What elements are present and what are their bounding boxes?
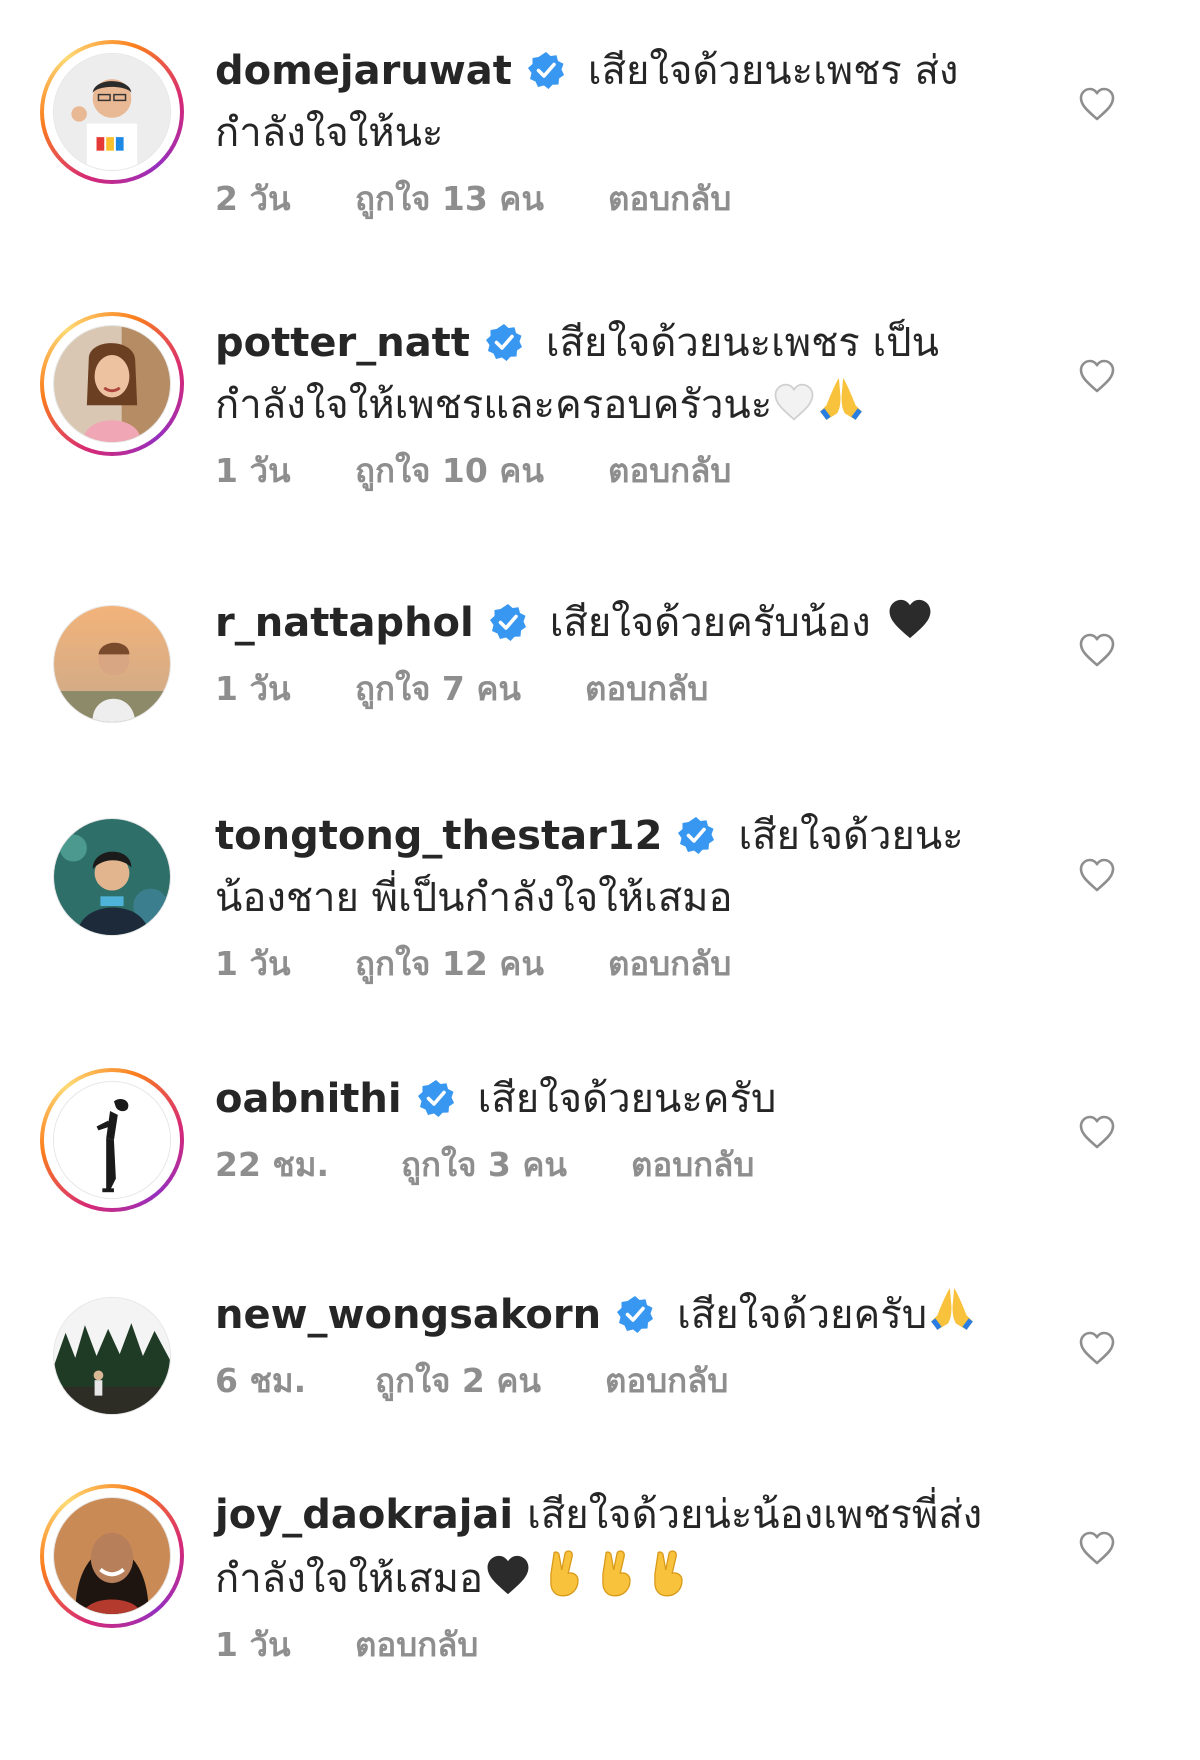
- like-count-link[interactable]: ถูกใจ 7 คน: [355, 662, 521, 715]
- victory-hand-emoji: [539, 1546, 591, 1598]
- comment-body-line2: น้องชาย พี่เป็นกำลังใจให้เสมอ: [215, 875, 733, 921]
- avatar-wrapper[interactable]: [40, 592, 184, 736]
- comment-body: เสียใจด้วยนะเพชร ส่ง: [587, 48, 959, 94]
- verified-badge-icon: [526, 50, 566, 90]
- comment-meta: 1 วัน ถูกใจ 7 คน ตอบกลับ: [215, 662, 1015, 715]
- comment-timestamp: 1 วัน: [215, 1625, 291, 1664]
- heart-outline-icon[interactable]: [1078, 86, 1116, 122]
- comment-meta: 1 วัน ตอบกลับ: [215, 1618, 1015, 1671]
- comment-username[interactable]: new_wongsakorn: [215, 1292, 601, 1338]
- comment-text-continued: น้องชาย พี่เป็นกำลังใจให้เสมอ: [215, 867, 1015, 929]
- comment-timestamp: 1 วัน: [215, 944, 291, 983]
- avatar-wrapper[interactable]: [40, 805, 184, 949]
- comment-body: เสียใจด้วยครับ: [677, 1292, 928, 1338]
- comment-text-continued: กำลังใจให้เพชรและครอบครัวนะ: [215, 374, 1015, 436]
- like-count-link[interactable]: ถูกใจ 10 คน: [355, 444, 544, 497]
- avatar-story-ring[interactable]: [40, 40, 184, 184]
- folded-hands-emoji: [927, 1284, 977, 1334]
- avatar[interactable]: [53, 1297, 171, 1415]
- like-count-link[interactable]: ถูกใจ 2 คน: [375, 1354, 541, 1407]
- comment-meta: 1 วัน ถูกใจ 12 คน ตอบกลับ: [215, 937, 1015, 990]
- comment-timestamp: 1 วัน: [215, 669, 291, 708]
- verified-badge-icon: [484, 322, 524, 362]
- comment-text: joy_daokrajai เสียใจด้วยน่ะน้องเพชรพี่ส่ง: [215, 1484, 1015, 1546]
- reply-button[interactable]: ตอบกลับ: [605, 1354, 728, 1407]
- verified-badge-icon: [676, 815, 716, 855]
- avatar-story-ring[interactable]: [40, 1068, 184, 1212]
- reply-button[interactable]: ตอบกลับ: [608, 937, 731, 990]
- comment-username[interactable]: tongtong_thestar12: [215, 813, 662, 859]
- heart-outline-icon[interactable]: [1078, 1530, 1116, 1566]
- comment-text: oabnithi เสียใจด้วยนะครับ: [215, 1068, 1015, 1130]
- comment-username[interactable]: r_nattaphol: [215, 600, 474, 646]
- comment-meta: 6 ชม. ถูกใจ 2 คน ตอบกลับ: [215, 1354, 1015, 1407]
- black-heart-emoji: [487, 1555, 529, 1595]
- comment-text-continued: กำลังใจให้นะ: [215, 102, 1015, 164]
- comment-body: เสียใจด้วยน่ะน้องเพชรพี่ส่ง: [527, 1492, 983, 1538]
- comment-username[interactable]: domejaruwat: [215, 48, 512, 94]
- reply-button[interactable]: ตอบกลับ: [608, 172, 731, 225]
- comment-meta: 2 วัน ถูกใจ 13 คน ตอบกลับ: [215, 172, 1015, 225]
- reply-button[interactable]: ตอบกลับ: [585, 662, 708, 715]
- comment-text: domejaruwat เสียใจด้วยนะเพชร ส่ง: [215, 40, 1015, 102]
- like-count-link[interactable]: ถูกใจ 3 คน: [401, 1138, 567, 1191]
- comment-body-line2: กำลังใจให้นะ: [215, 110, 444, 156]
- comment-body-line2: กำลังใจให้เสมอ: [215, 1556, 484, 1602]
- avatar[interactable]: [53, 818, 171, 936]
- black-heart-emoji: [889, 599, 931, 639]
- comment-text: potter_natt เสียใจด้วยนะเพชร เป็น: [215, 312, 1015, 374]
- avatar-wrapper[interactable]: [40, 1284, 184, 1428]
- comment-body: เสียใจด้วยนะ: [738, 813, 964, 859]
- comment-body: เสียใจด้วยครับน้อง: [549, 600, 871, 646]
- heart-outline-icon[interactable]: [1078, 857, 1116, 893]
- comment-username[interactable]: oabnithi: [215, 1076, 402, 1122]
- avatar[interactable]: [53, 325, 171, 443]
- like-count-link[interactable]: ถูกใจ 12 คน: [355, 937, 544, 990]
- victory-hand-emoji: [591, 1546, 643, 1598]
- comment-body: เสียใจด้วยนะเพชร เป็น: [545, 320, 939, 366]
- avatar[interactable]: [53, 1497, 171, 1615]
- verified-badge-icon: [416, 1078, 456, 1118]
- comment-text-continued: กำลังใจให้เสมอ: [215, 1546, 1015, 1610]
- folded-hands-emoji: [816, 374, 866, 424]
- comment-username[interactable]: potter_natt: [215, 320, 470, 366]
- verified-badge-icon: [615, 1294, 655, 1334]
- heart-outline-icon[interactable]: [1078, 1114, 1116, 1150]
- verified-badge-icon: [488, 602, 528, 642]
- comment-body-line2: กำลังใจให้เพชรและครอบครัวนะ: [215, 382, 773, 428]
- heart-outline-icon[interactable]: [1078, 358, 1116, 394]
- heart-outline-icon[interactable]: [1078, 632, 1116, 668]
- comment-text: new_wongsakorn เสียใจด้วยครับ: [215, 1284, 1015, 1346]
- comment-body: เสียใจด้วยนะครับ: [477, 1076, 777, 1122]
- comment-timestamp: 22 ชม.: [215, 1145, 330, 1184]
- heart-outline-icon[interactable]: [1078, 1330, 1116, 1366]
- comment-text: r_nattaphol เสียใจด้วยครับน้อง: [215, 592, 1015, 654]
- comment-timestamp: 1 วัน: [215, 451, 291, 490]
- victory-hand-emoji: [643, 1546, 695, 1598]
- avatar[interactable]: [53, 53, 171, 171]
- comment-meta: 22 ชม. ถูกใจ 3 คน ตอบกลับ: [215, 1138, 1015, 1191]
- white-heart-emoji: [774, 383, 814, 421]
- comment-meta: 1 วัน ถูกใจ 10 คน ตอบกลับ: [215, 444, 1015, 497]
- avatar-story-ring[interactable]: [40, 312, 184, 456]
- comment-timestamp: 6 ชม.: [215, 1361, 307, 1400]
- avatar-story-ring[interactable]: [40, 1484, 184, 1628]
- reply-button[interactable]: ตอบกลับ: [631, 1138, 754, 1191]
- avatar[interactable]: [53, 1081, 171, 1199]
- comment-text: tongtong_thestar12 เสียใจด้วยนะ: [215, 805, 1015, 867]
- like-count-link[interactable]: ถูกใจ 13 คน: [355, 172, 544, 225]
- reply-button[interactable]: ตอบกลับ: [608, 444, 731, 497]
- comment-username[interactable]: joy_daokrajai: [215, 1492, 513, 1538]
- reply-button[interactable]: ตอบกลับ: [355, 1618, 478, 1671]
- avatar[interactable]: [53, 605, 171, 723]
- comment-timestamp: 2 วัน: [215, 179, 291, 218]
